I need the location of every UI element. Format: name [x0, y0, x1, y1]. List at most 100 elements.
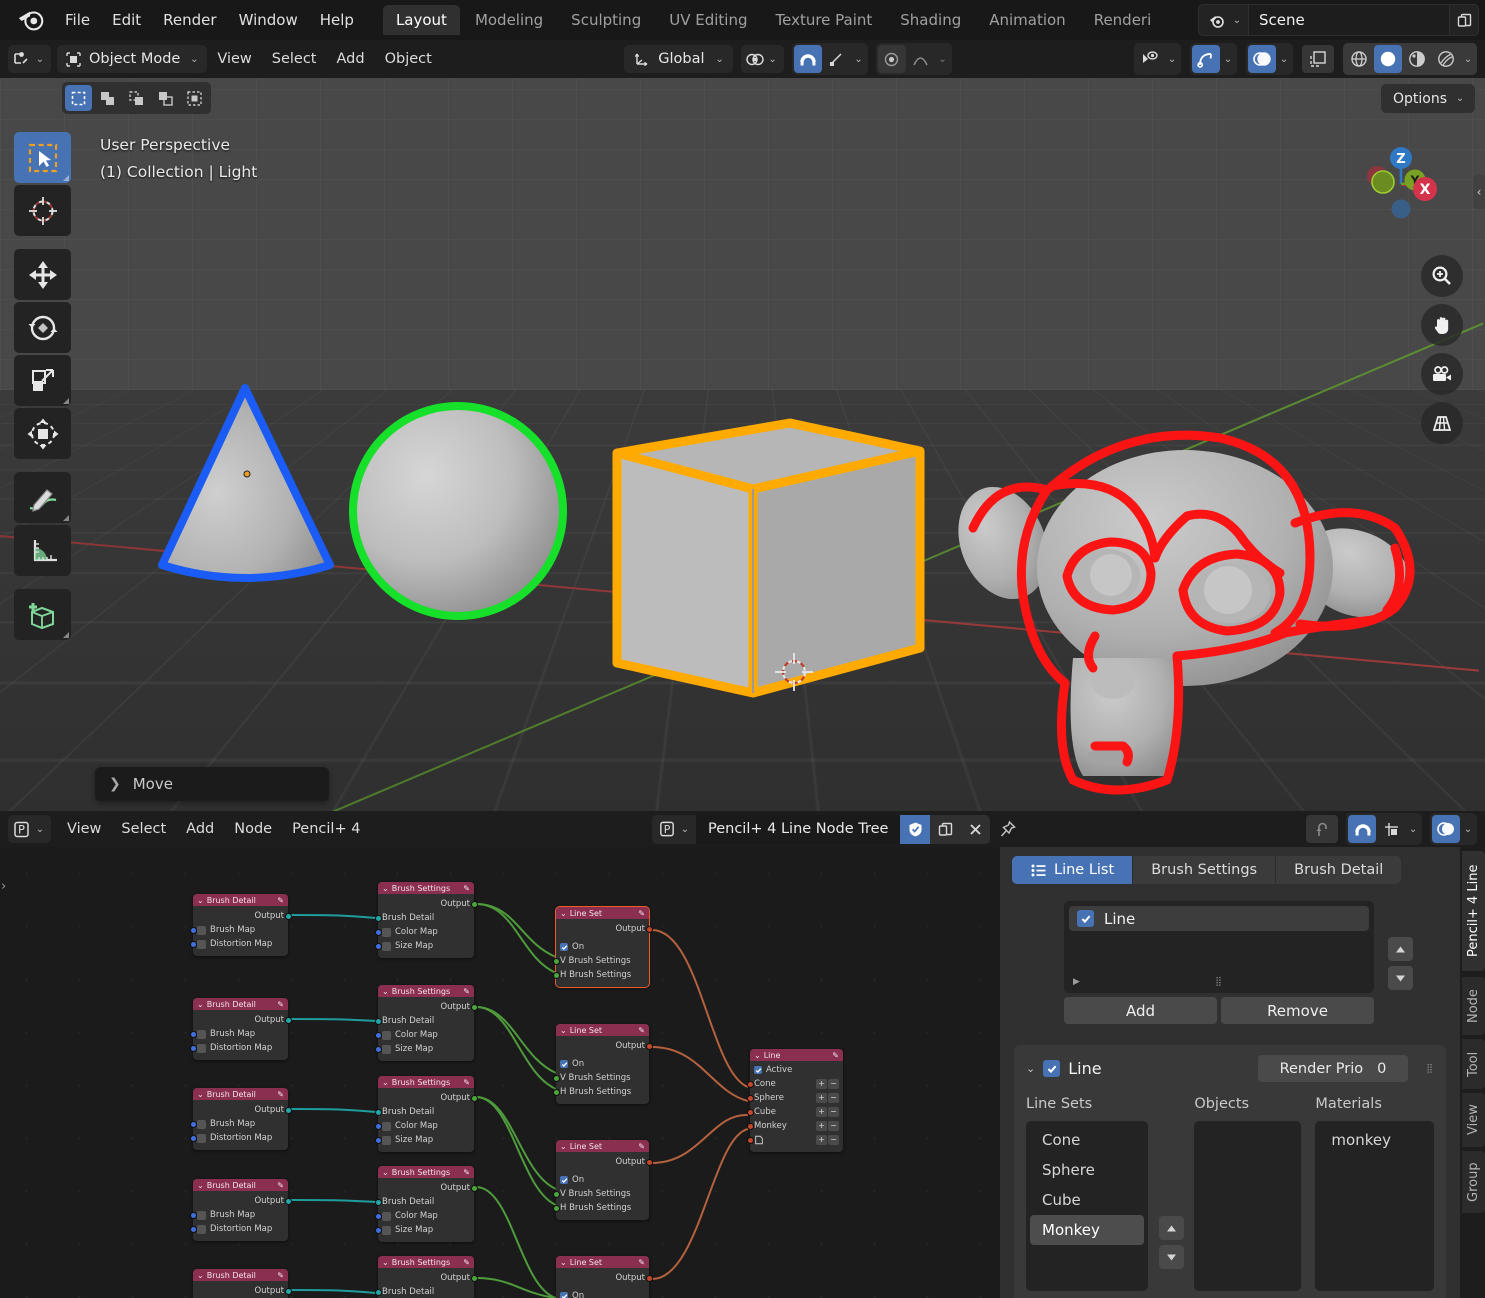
falloff-smooth-icon[interactable] — [907, 45, 935, 73]
node-input-row[interactable]: V Brush Settings — [560, 1071, 645, 1085]
node-line-set[interactable]: ⌄Line Set✎ Output On V Brush Settings H … — [556, 1140, 649, 1220]
triangle-up-icon[interactable] — [1159, 1216, 1184, 1240]
pencil-icon[interactable]: ✎ — [463, 1168, 470, 1177]
socket-output[interactable] — [646, 926, 653, 933]
editor-type-button[interactable]: ⌄ — [8, 45, 51, 73]
slot-add-button[interactable]: + — [816, 1093, 827, 1103]
node-input-row[interactable]: Color Map — [382, 1119, 470, 1133]
scene-name-field[interactable]: Scene — [1249, 4, 1449, 36]
node-input-row[interactable]: Brush Detail — [382, 1285, 470, 1298]
grip-dots-icon[interactable]: ⣿ — [1426, 1064, 1434, 1074]
socket-input[interactable] — [190, 1135, 197, 1142]
menu-help[interactable]: Help — [309, 8, 365, 32]
node-input-row[interactable]: Size Map — [382, 1133, 470, 1147]
node-menu-select[interactable]: Select — [111, 817, 176, 841]
socket-output[interactable] — [471, 1275, 478, 1282]
add-cube-tool[interactable] — [14, 589, 71, 640]
pencil-icon[interactable]: ✎ — [277, 896, 284, 905]
node-input-row[interactable]: V Brush Settings — [560, 954, 645, 968]
zoom-icon[interactable] — [1421, 255, 1463, 297]
checkbox-active[interactable] — [754, 1066, 762, 1074]
pencil-icon[interactable]: ✎ — [638, 909, 645, 918]
socket-output[interactable] — [471, 1185, 478, 1192]
triangle-down-icon[interactable] — [1388, 966, 1413, 990]
socket-input[interactable] — [375, 929, 382, 936]
node-checkbox-row[interactable]: On — [560, 1057, 645, 1071]
map-swatch[interactable] — [197, 1225, 206, 1234]
node-input-row[interactable]: Brush Map — [197, 1208, 284, 1222]
pencil-icon[interactable]: ✎ — [463, 1078, 470, 1087]
node-input-row[interactable]: H Brush Settings — [560, 1085, 645, 1099]
node-checkbox-row[interactable]: Active — [754, 1063, 839, 1077]
solid-icon[interactable] — [1374, 45, 1402, 73]
node-input-row[interactable]: Brush Map — [197, 1117, 284, 1131]
new-scene-copy-icon[interactable] — [1449, 4, 1479, 36]
node-line-set[interactable]: ⌄Line Set✎ Output On V Brush Settings H … — [556, 1024, 649, 1104]
map-swatch[interactable] — [197, 1134, 206, 1143]
node-tree-name-field[interactable]: Pencil+ 4 Line Node Tree — [696, 815, 900, 844]
list-item[interactable]: Cone — [1030, 1125, 1144, 1155]
chevron-down-icon[interactable]: ⌄ — [1461, 824, 1475, 835]
socket-output[interactable] — [471, 1095, 478, 1102]
node-output-row[interactable]: Output — [197, 1013, 284, 1027]
node-input-row[interactable]: Color Map — [382, 1028, 470, 1042]
socket-output[interactable] — [646, 1043, 653, 1050]
transform-orientation-dropdown[interactable]: Global ⌄ — [624, 45, 732, 73]
checkbox-line-enabled[interactable] — [1043, 1060, 1060, 1077]
node-input-row[interactable]: Brush Detail — [382, 1014, 470, 1028]
node-brush-settings[interactable]: ⌄Brush Settings✎ Output Brush Detail Col… — [378, 985, 474, 1061]
render-prio-field[interactable]: Render Prio 0 — [1258, 1055, 1409, 1082]
node-output-row[interactable]: Output — [560, 1155, 645, 1169]
node-brush-detail[interactable]: ⌄Brush Detail✎ Output Brush Map Distorti… — [193, 1179, 288, 1241]
map-swatch[interactable] — [197, 1120, 206, 1129]
map-swatch[interactable] — [382, 1212, 391, 1221]
list-item[interactable]: Sphere — [1030, 1155, 1144, 1185]
node-line-set[interactable]: ⌄Line Set✎ Output On V Brush Settings H … — [556, 1256, 649, 1298]
node-input-row[interactable]: Size Map — [382, 1042, 470, 1056]
node-output-row[interactable]: Output — [382, 1000, 470, 1014]
tab-brush-detail[interactable]: Brush Detail — [1276, 856, 1401, 884]
wireframe-icon[interactable] — [1345, 45, 1373, 73]
node-input-row[interactable]: Distortion Map — [197, 1041, 284, 1055]
socket-input[interactable] — [553, 958, 560, 965]
map-swatch[interactable] — [197, 1030, 206, 1039]
pencil-icon[interactable]: ✎ — [277, 1181, 284, 1190]
3d-scene-canvas[interactable] — [0, 78, 1485, 811]
socket-input[interactable] — [190, 1045, 197, 1052]
node-input-row[interactable]: Brush Detail — [382, 1105, 470, 1119]
scene-browse-button[interactable]: ⌄ — [1198, 4, 1249, 36]
select-subtract-icon[interactable] — [123, 85, 150, 111]
socket-output[interactable] — [285, 1288, 292, 1295]
node-output-row[interactable]: Output — [560, 1271, 645, 1285]
node-header[interactable]: ⌄Brush Settings✎ — [378, 882, 474, 894]
socket-output[interactable] — [285, 1017, 292, 1024]
map-swatch[interactable] — [197, 1044, 206, 1053]
socket-output[interactable] — [285, 913, 292, 920]
socket-input[interactable] — [375, 1046, 382, 1053]
socket-input[interactable] — [553, 1089, 560, 1096]
node-brush-detail[interactable]: ⌄ Brush Detail ✎ Output Brush Map Distor… — [193, 894, 288, 956]
node-brush-settings[interactable]: ⌄Brush Settings✎ Output Brush Detail Col… — [378, 882, 474, 958]
node-slot-row[interactable]: +− — [754, 1133, 839, 1147]
magnet-icon[interactable] — [1348, 815, 1376, 843]
checkbox-on[interactable] — [560, 1292, 568, 1298]
map-swatch[interactable] — [382, 1045, 391, 1054]
toggle-xray-icon[interactable] — [1302, 45, 1334, 73]
node-input-row[interactable]: Color Map — [382, 1209, 470, 1223]
vtab-pencil4-line[interactable]: Pencil+ 4 Line — [1462, 851, 1485, 971]
remove-button[interactable]: Remove — [1221, 997, 1374, 1024]
chevron-down-icon[interactable]: ⌄ — [1165, 54, 1179, 65]
socket-input[interactable] — [375, 1199, 382, 1206]
socket-input[interactable] — [553, 1075, 560, 1082]
node-checkbox-row[interactable]: On — [560, 1173, 645, 1187]
node-input-row[interactable]: Distortion Map — [197, 1222, 284, 1236]
material-preview-icon[interactable] — [1403, 45, 1431, 73]
chevron-down-icon[interactable]: ⌄ — [852, 54, 866, 65]
pin-icon[interactable] — [990, 820, 1024, 839]
node-input-row[interactable]: Distortion Map — [197, 937, 284, 951]
checkbox-on[interactable] — [560, 1176, 568, 1184]
node-menu-add[interactable]: Add — [176, 817, 224, 841]
socket-output[interactable] — [471, 901, 478, 908]
tab-sculpting[interactable]: Sculpting — [558, 5, 654, 35]
node-output-row[interactable]: Output — [197, 1194, 284, 1208]
